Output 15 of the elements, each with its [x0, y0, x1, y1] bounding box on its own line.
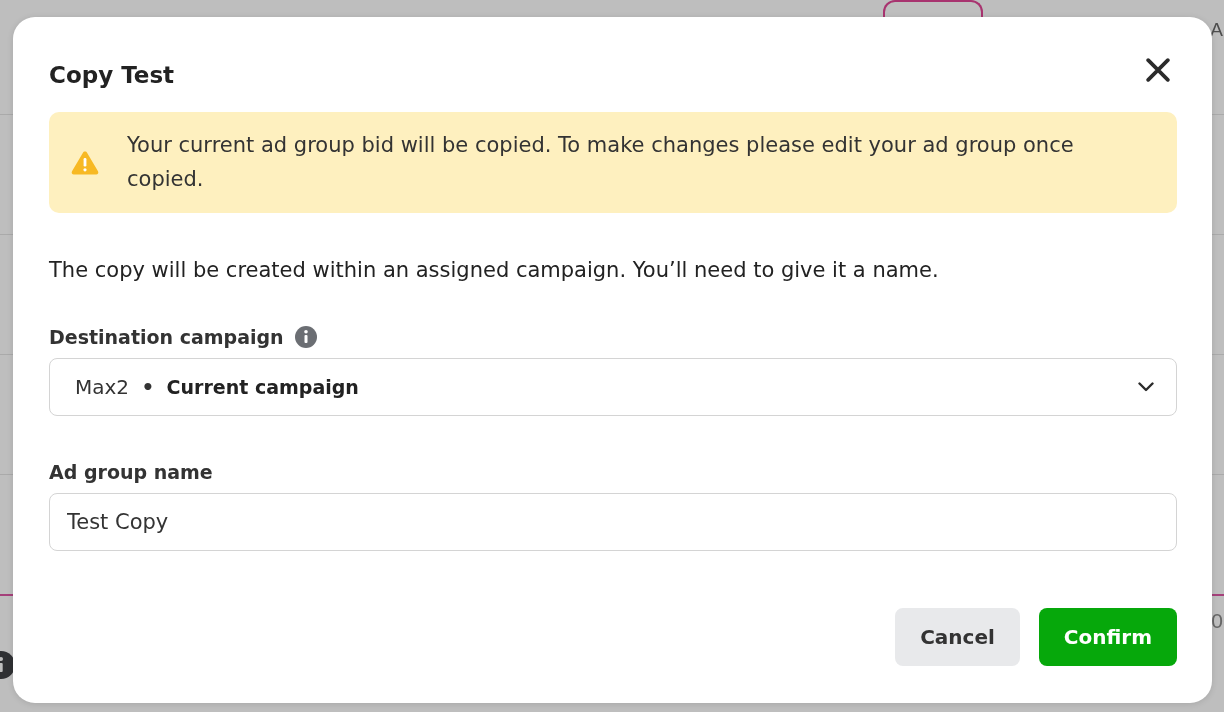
background-text: A	[1210, 20, 1223, 39]
warning-icon	[71, 149, 99, 175]
description-text: The copy will be created within an assigned campaign. You’ll need to give it a name.	[49, 257, 940, 284]
field-label: Destination campaign	[49, 325, 284, 350]
campaign-select[interactable]: Max2 • Current campaign	[49, 358, 1177, 416]
background-text: 0	[1211, 610, 1223, 631]
ad-group-name-input[interactable]: Test Copy	[49, 493, 1177, 551]
warning-message: Your current ad group bid will be copied. To make changes please edit your ad group once copied.	[127, 132, 1075, 193]
close-icon	[1146, 58, 1170, 82]
field-label: Ad group name	[49, 460, 213, 485]
chevron-down-icon	[1138, 382, 1154, 392]
dialog-title: Copy Test	[49, 61, 175, 90]
cancel-button[interactable]: Cancel	[895, 608, 1020, 666]
info-icon[interactable]	[294, 326, 317, 348]
close-button[interactable]	[1146, 58, 1170, 82]
